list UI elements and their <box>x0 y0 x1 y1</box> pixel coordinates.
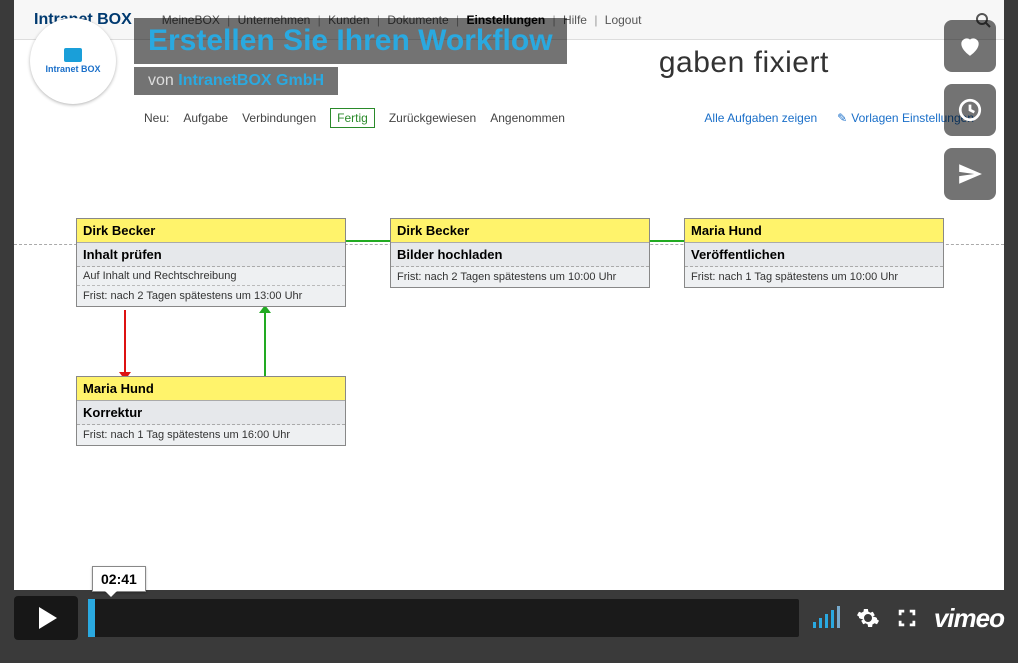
player-controls: 02:41 vimeo <box>14 589 1004 647</box>
volume-button[interactable] <box>813 608 840 628</box>
uploader-link[interactable]: IntranetBOX GmbH <box>178 72 324 89</box>
video-side-buttons <box>944 20 996 200</box>
workflow-toolbar: Neu: Aufgabe Verbindungen Fertig Zurückgewie… <box>144 108 974 128</box>
settings-button[interactable] <box>856 606 880 630</box>
uploader-avatar[interactable]: Intranet BOX <box>30 18 116 104</box>
workflow-box-deadline: Frist: nach 2 Tagen spätestens um 10:00 … <box>391 267 649 287</box>
toolbar-tab: Neu: <box>144 111 169 125</box>
workflow-canvas[interactable]: Dirk BeckerInhalt prüfenAuf Inhalt und R… <box>14 140 1004 590</box>
pencil-icon: ✎ <box>837 111 847 125</box>
toolbar-tab[interactable]: Angenommen <box>490 111 565 125</box>
play-icon <box>39 607 57 629</box>
toolbar-link[interactable]: Alle Aufgaben zeigen <box>704 111 817 125</box>
workflow-box-owner: Maria Hund <box>685 219 943 243</box>
workflow-box-title: Korrektur <box>77 401 345 425</box>
workflow-box-note: Auf Inhalt und Rechtschreibung <box>77 267 345 286</box>
video-byline: von IntranetBOX GmbH <box>134 67 338 95</box>
workflow-box[interactable]: Dirk BeckerInhalt prüfenAuf Inhalt und R… <box>76 218 346 307</box>
arrow-1-3 <box>346 240 390 242</box>
arrow-3-4 <box>650 240 684 242</box>
workflow-box-deadline: Frist: nach 1 Tag spätestens um 10:00 Uh… <box>685 267 943 287</box>
workflow-box-owner: Dirk Becker <box>391 219 649 243</box>
video-title-overlay: Intranet BOX Erstellen Sie Ihren Workflo… <box>30 18 908 104</box>
arrow-reject <box>124 310 126 376</box>
workflow-box-title: Veröffentlichen <box>685 243 943 267</box>
workflow-box-title: Inhalt prüfen <box>77 243 345 267</box>
like-button[interactable] <box>944 20 996 72</box>
vimeo-logo[interactable]: vimeo <box>934 603 1004 634</box>
workflow-box-title: Bilder hochladen <box>391 243 649 267</box>
workflow-box-owner: Dirk Becker <box>77 219 345 243</box>
toolbar-tab[interactable]: Verbindungen <box>242 111 316 125</box>
share-button[interactable] <box>944 148 996 200</box>
workflow-box[interactable]: Maria HundVeröffentlichenFrist: nach 1 T… <box>684 218 944 288</box>
workflow-box-deadline: Frist: nach 2 Tagen spätestens um 13:00 … <box>77 286 345 306</box>
fullscreen-button[interactable] <box>896 607 918 629</box>
toolbar-tab[interactable]: Aufgabe <box>183 111 228 125</box>
video-title[interactable]: Erstellen Sie Ihren Workflow <box>134 18 567 64</box>
time-tooltip: 02:41 <box>92 566 146 592</box>
progress-bar[interactable]: 02:41 <box>88 596 799 640</box>
workflow-box[interactable]: Maria HundKorrekturFrist: nach 1 Tag spä… <box>76 376 346 446</box>
workflow-box-deadline: Frist: nach 1 Tag spätestens um 16:00 Uh… <box>77 425 345 445</box>
workflow-box[interactable]: Dirk BeckerBilder hochladenFrist: nach 2… <box>390 218 650 288</box>
toolbar-tab[interactable]: Zurückgewiesen <box>389 111 476 125</box>
watch-later-button[interactable] <box>944 84 996 136</box>
toolbar-tab[interactable]: Fertig <box>330 108 375 128</box>
play-button[interactable] <box>14 596 78 640</box>
workflow-box-owner: Maria Hund <box>77 377 345 401</box>
arrow-approve-up <box>264 310 266 376</box>
